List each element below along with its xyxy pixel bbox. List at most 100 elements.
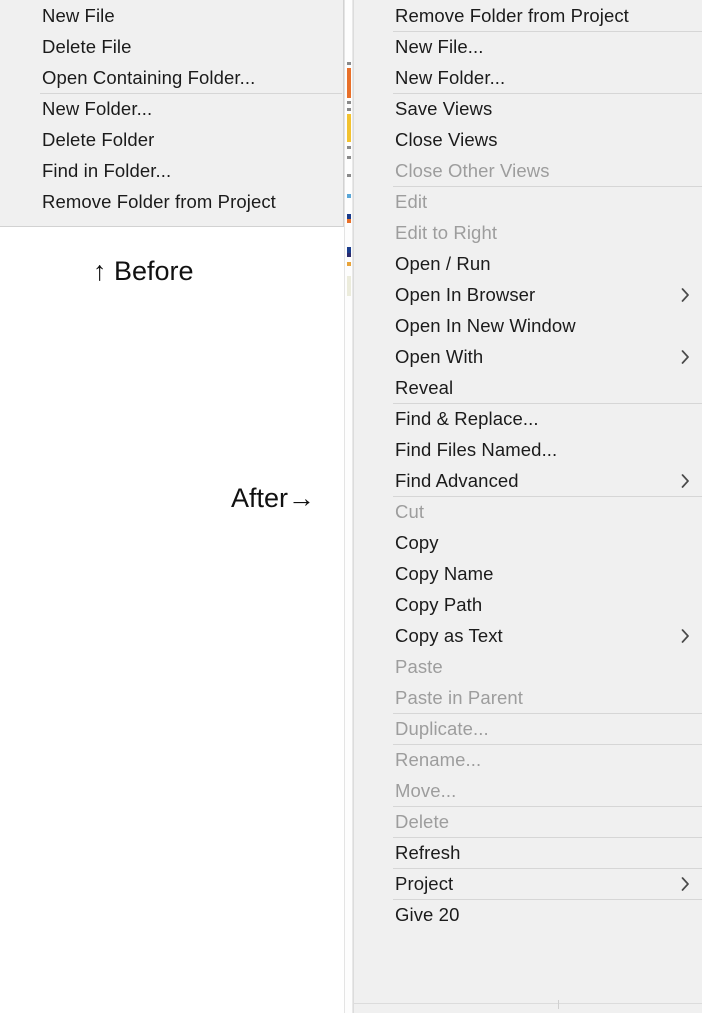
menu-item-edit: Edit xyxy=(354,186,702,217)
minimap-mark xyxy=(347,62,351,65)
menu-item-label: Open Containing Folder... xyxy=(42,67,255,88)
menu-item-close-views[interactable]: Close Views xyxy=(354,124,702,155)
menu-item-label: New Folder... xyxy=(42,98,152,119)
menu-section: Delete xyxy=(354,806,702,837)
menu-item-label: Project xyxy=(395,873,453,894)
menu-item-find-files-named[interactable]: Find Files Named... xyxy=(354,434,702,465)
menu-item-label: Edit to Right xyxy=(395,222,497,243)
menu-item-copy-as-text[interactable]: Copy as Text xyxy=(354,620,702,651)
minimap-mark xyxy=(347,276,351,296)
menu-item-label: Find in Folder... xyxy=(42,160,171,181)
menu-item-find-replace[interactable]: Find & Replace... xyxy=(354,403,702,434)
menu-section: Refresh xyxy=(354,837,702,868)
menu-item-label: Close Other Views xyxy=(395,160,550,181)
menu-item-refresh[interactable]: Refresh xyxy=(354,837,702,868)
menu-item-label: Paste in Parent xyxy=(395,687,523,708)
minimap-mark xyxy=(347,262,351,266)
menu-section: New Folder... Delete Folder Find in Folder… xyxy=(0,93,343,217)
menu-section: Save Views Close Views Close Other Views xyxy=(354,93,702,186)
menu-section: Edit Edit to Right Open / Run Open In Brows… xyxy=(354,186,702,403)
menu-item-duplicate: Duplicate... xyxy=(354,713,702,744)
chevron-right-icon xyxy=(681,620,690,651)
menu-item-open-in-browser[interactable]: Open In Browser xyxy=(354,279,702,310)
menu-item-label: Give 20 xyxy=(395,904,459,925)
menu-section: Duplicate... xyxy=(354,713,702,744)
menu-item-label: Find & Replace... xyxy=(395,408,539,429)
menu-item-label: Find Files Named... xyxy=(395,439,557,460)
annotation-before-label: ↑ Before xyxy=(93,256,194,287)
menu-item-label: Remove Folder from Project xyxy=(395,5,629,26)
menu-item-rename: Rename... xyxy=(354,744,702,775)
menu-item-label: Open In Browser xyxy=(395,284,535,305)
menu-item-label: New File... xyxy=(395,36,483,57)
context-menu-before[interactable]: New File Delete File Open Containing Folde… xyxy=(0,0,344,227)
chevron-right-icon xyxy=(681,868,690,899)
menu-item-copy-name[interactable]: Copy Name xyxy=(354,558,702,589)
menu-item-copy-path[interactable]: Copy Path xyxy=(354,589,702,620)
minimap-mark xyxy=(347,219,351,223)
menu-item-new-folder[interactable]: New Folder... xyxy=(0,93,343,124)
menu-item-remove-folder-from-project[interactable]: Remove Folder from Project xyxy=(0,186,343,217)
menu-item-label: Refresh xyxy=(395,842,460,863)
menu-item-label: Rename... xyxy=(395,749,481,770)
menu-item-open-run[interactable]: Open / Run xyxy=(354,248,702,279)
menu-item-label: Edit xyxy=(395,191,427,212)
menu-item-paste-in-parent: Paste in Parent xyxy=(354,682,702,713)
menu-section: Rename... Move... xyxy=(354,744,702,806)
menu-item-open-containing-folder[interactable]: Open Containing Folder... xyxy=(0,62,343,93)
menu-item-edit-to-right: Edit to Right xyxy=(354,217,702,248)
menu-item-label: Copy Path xyxy=(395,594,482,615)
menu-item-label: Copy as Text xyxy=(395,625,503,646)
minimap-mark xyxy=(347,68,351,98)
menu-section: Find & Replace... Find Files Named... Find… xyxy=(354,403,702,496)
menu-item-find-in-folder[interactable]: Find in Folder... xyxy=(0,155,343,186)
menu-item-label: Copy Name xyxy=(395,563,494,584)
menu-item-label: Cut xyxy=(395,501,424,522)
menu-item-remove-folder-from-project[interactable]: Remove Folder from Project xyxy=(354,0,702,31)
menu-item-label: Open / Run xyxy=(395,253,491,274)
context-menu-after[interactable]: Remove Folder from ProjectNew File...New… xyxy=(353,0,702,1013)
menu-item-label: Remove Folder from Project xyxy=(42,191,276,212)
menu-section: Remove Folder from Project xyxy=(354,0,702,31)
menu-item-project[interactable]: Project xyxy=(354,868,702,899)
menu-item-label: New Folder... xyxy=(395,67,505,88)
menu-item-copy[interactable]: Copy xyxy=(354,527,702,558)
editor-minimap-strip[interactable] xyxy=(344,0,353,1013)
minimap-mark xyxy=(347,146,351,149)
menu-item-new-file[interactable]: New File xyxy=(0,0,343,31)
menu-item-delete: Delete xyxy=(354,806,702,837)
minimap-mark xyxy=(347,156,351,159)
menu-item-move: Move... xyxy=(354,775,702,806)
menu-bottom-divider xyxy=(353,1003,702,1004)
menu-item-paste: Paste xyxy=(354,651,702,682)
menu-item-close-other-views: Close Other Views xyxy=(354,155,702,186)
menu-section: Give 20 xyxy=(354,899,702,930)
menu-item-open-in-new-window[interactable]: Open In New Window xyxy=(354,310,702,341)
menu-bottom-tick xyxy=(558,1000,559,1009)
menu-section: New File... New Folder... xyxy=(354,31,702,93)
menu-item-cut: Cut xyxy=(354,496,702,527)
menu-item-label: Copy xyxy=(395,532,439,553)
menu-item-label: Find Advanced xyxy=(395,470,519,491)
menu-section: Project xyxy=(354,868,702,899)
menu-item-label: Paste xyxy=(395,656,443,677)
minimap-mark xyxy=(347,253,351,257)
menu-item-label: Reveal xyxy=(395,377,453,398)
menu-item-give-20[interactable]: Give 20 xyxy=(354,899,702,930)
minimap-mark xyxy=(347,114,351,142)
menu-item-new-file[interactable]: New File... xyxy=(354,31,702,62)
menu-item-find-advanced[interactable]: Find Advanced xyxy=(354,465,702,496)
menu-item-label: Close Views xyxy=(395,129,498,150)
menu-item-label: Save Views xyxy=(395,98,492,119)
menu-item-label: Move... xyxy=(395,780,456,801)
menu-item-new-folder[interactable]: New Folder... xyxy=(354,62,702,93)
chevron-right-icon xyxy=(681,465,690,496)
menu-item-label: Open In New Window xyxy=(395,315,576,336)
menu-item-delete-file[interactable]: Delete File xyxy=(0,31,343,62)
menu-item-label: Delete File xyxy=(42,36,132,57)
menu-item-open-with[interactable]: Open With xyxy=(354,341,702,372)
minimap-mark xyxy=(347,174,351,177)
menu-item-reveal[interactable]: Reveal xyxy=(354,372,702,403)
menu-item-save-views[interactable]: Save Views xyxy=(354,93,702,124)
menu-item-delete-folder[interactable]: Delete Folder xyxy=(0,124,343,155)
